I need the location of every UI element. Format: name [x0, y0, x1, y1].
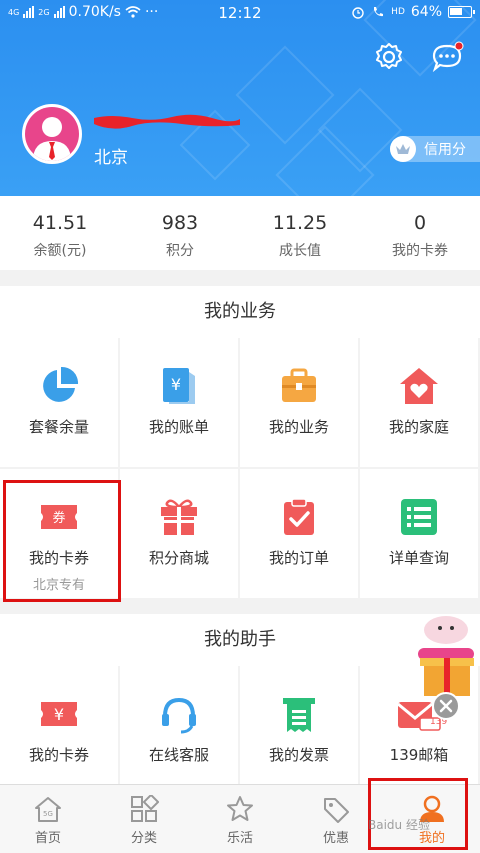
- user-avatar-icon: [25, 107, 79, 161]
- coupon-icon: 券: [41, 505, 77, 529]
- grid-item-label: 139邮箱: [389, 746, 449, 764]
- grid-item-label: 我的卡券: [28, 746, 89, 764]
- redacted-username: [94, 114, 240, 129]
- star-icon: [227, 796, 253, 821]
- stat-value: 0: [413, 212, 427, 234]
- section-title: 我的业务: [204, 301, 276, 322]
- grid-item-my-orders[interactable]: 我的订单: [240, 469, 358, 598]
- nav-home[interactable]: 5G 首页: [0, 785, 96, 853]
- battery-fill: [450, 8, 462, 15]
- svg-text:¥: ¥: [54, 705, 64, 724]
- alarm-icon: [352, 7, 364, 19]
- list-icon: [401, 499, 437, 535]
- battery-percent: 64%: [410, 4, 442, 20]
- grid-item-label: 我的发票: [268, 746, 329, 764]
- section-title: 我的助手: [204, 629, 276, 650]
- svg-text:¥: ¥: [171, 375, 181, 394]
- stat-value: 983: [161, 212, 199, 234]
- grid-item-my-coupons[interactable]: 券 我的卡券 北京专有: [0, 469, 118, 598]
- nav-label: 首页: [34, 831, 61, 846]
- grid-item-points-mall[interactable]: 积分商城: [120, 469, 238, 598]
- pie-chart-icon: [43, 366, 79, 402]
- clipboard-check-icon: [284, 498, 314, 535]
- stat-balance[interactable]: 41.51 余额(元): [0, 196, 120, 270]
- grid-item-package-balance[interactable]: 套餐余量: [0, 338, 118, 467]
- stat-label: 我的卡券: [392, 243, 448, 259]
- grid-item-label: 我的业务: [268, 418, 329, 436]
- user-city: 北京: [94, 148, 128, 168]
- message-icon[interactable]: [430, 40, 464, 74]
- grid-item-my-coupons-2[interactable]: ¥ 我的卡券: [0, 666, 118, 795]
- svg-text:券: 券: [52, 510, 65, 526]
- stat-growth[interactable]: 11.25 成长值: [240, 196, 360, 270]
- gift-icon: [161, 499, 197, 535]
- grid-item-my-bill[interactable]: ¥ 我的账单: [120, 338, 238, 467]
- invoice-icon: [283, 698, 315, 732]
- svg-text:5G: 5G: [43, 810, 53, 818]
- status-bar: 4G 2G 0.70K/s ··· 12:12 HD 64%: [0, 0, 480, 26]
- stat-value: 41.51: [32, 212, 88, 234]
- assistant-section: 我的助手 ¥ 我的卡券 在线客服 我的发票 139 139邮箱: [0, 614, 480, 795]
- stat-label: 余额(元): [33, 243, 87, 259]
- nav-label: 优惠: [322, 831, 349, 846]
- category-icon: [131, 795, 159, 822]
- credit-label: 信用分: [424, 142, 466, 158]
- grid-item-label: 积分商城: [148, 549, 209, 567]
- grid-item-label: 详单查询: [388, 549, 449, 567]
- nav-category[interactable]: 分类: [96, 785, 192, 853]
- stat-label: 成长值: [279, 243, 321, 259]
- crown-icon: [390, 136, 416, 162]
- grid-item-detail-query[interactable]: 详单查询: [360, 469, 478, 598]
- avatar[interactable]: [22, 104, 82, 164]
- grid-item-label: 我的账单: [148, 418, 209, 436]
- grid-item-label: 套餐余量: [28, 418, 89, 436]
- call-icon: [374, 7, 384, 17]
- nav-label: 乐活: [226, 831, 253, 846]
- profile-header: 4G 2G 0.70K/s ··· 12:12 HD 64% 北京 信用分: [0, 0, 480, 196]
- stat-coupons[interactable]: 0 我的卡券: [360, 196, 480, 270]
- grid-item-sublabel: 北京专有: [32, 578, 85, 593]
- account-stats: 41.51 余额(元) 983 积分 11.25 成长值 0 我的卡券: [0, 196, 480, 270]
- grid-item-label: 我的卡券: [28, 549, 89, 567]
- briefcase-icon: [282, 368, 316, 402]
- home-heart-icon: [400, 368, 438, 404]
- grid-item-label: 在线客服: [148, 746, 209, 764]
- stat-points[interactable]: 983 积分: [120, 196, 240, 270]
- grid-item-my-business[interactable]: 我的业务: [240, 338, 358, 467]
- tag-icon: [324, 798, 349, 823]
- headset-icon: [162, 697, 196, 734]
- close-icon[interactable]: [432, 692, 460, 720]
- battery-icon: [448, 6, 475, 18]
- business-grid: 套餐余量 ¥ 我的账单 我的业务 我的家庭 券 我的卡券 北京专有 积分商城 我…: [0, 338, 480, 598]
- nav-label: 分类: [130, 831, 157, 846]
- grid-item-label: 我的订单: [268, 549, 329, 567]
- credit-score-button[interactable]: 信用分: [390, 136, 480, 162]
- coupon-yen-icon: ¥: [41, 702, 77, 726]
- grid-item-my-family[interactable]: 我的家庭: [360, 338, 478, 467]
- stat-label: 积分: [166, 243, 194, 259]
- grid-item-online-service[interactable]: 在线客服: [120, 666, 238, 795]
- business-section: 我的业务 套餐余量 ¥ 我的账单 我的业务 我的家庭 券 我的卡券 北京专有 积…: [0, 286, 480, 598]
- hd-indicator: HD: [391, 7, 405, 17]
- nav-lehuo[interactable]: 乐活: [192, 785, 288, 853]
- assistant-grid: ¥ 我的卡券 在线客服 我的发票 139 139邮箱: [0, 666, 480, 795]
- home-icon: 5G: [35, 797, 61, 822]
- grid-item-my-invoice[interactable]: 我的发票: [240, 666, 358, 795]
- floating-promo[interactable]: [410, 612, 476, 722]
- grid-item-label: 我的家庭: [388, 418, 449, 436]
- watermark: Baidu 经验: [368, 818, 430, 832]
- stat-value: 11.25: [272, 212, 328, 234]
- bill-icon: ¥: [163, 368, 195, 404]
- settings-icon[interactable]: [372, 40, 406, 74]
